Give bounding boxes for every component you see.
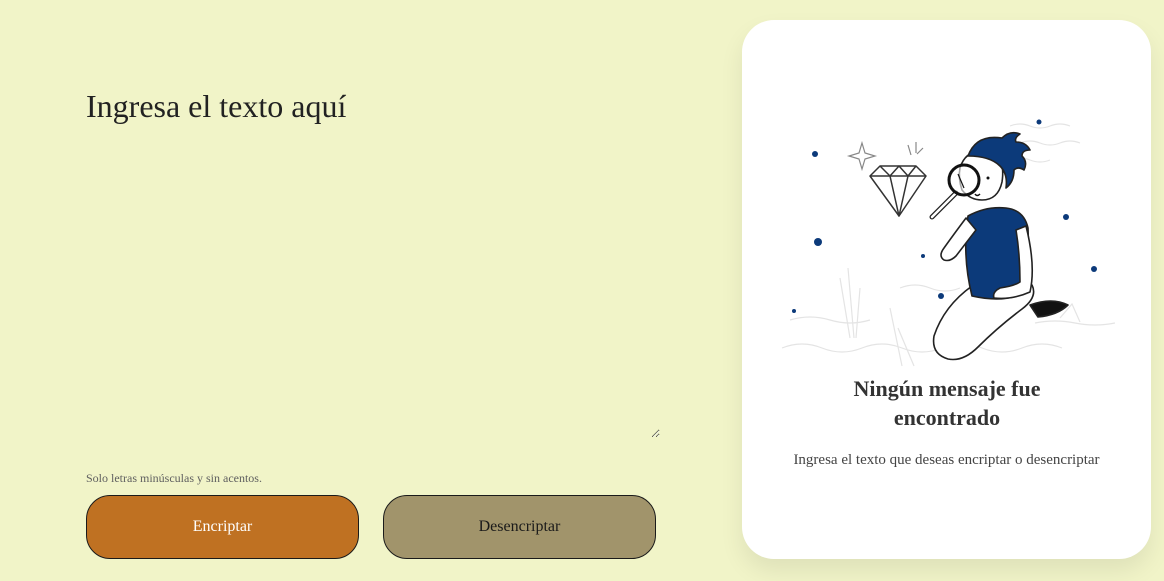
encrypt-button[interactable]: Encriptar [86,495,359,559]
result-panel: Ningún mensaje fue encontrado Ingresa el… [742,20,1151,559]
decrypt-button[interactable]: Desencriptar [383,495,656,559]
app-root: Solo letras minúsculas y sin acentos. En… [0,0,1164,581]
text-input[interactable] [86,78,660,438]
result-title: Ningún mensaje fue encontrado [853,376,1041,430]
input-hint: Solo letras minúsculas y sin acentos. [86,471,262,486]
person-magnifying-glass-illustration [781,119,1115,367]
hint-text: Solo letras minúsculas y sin acentos. [86,471,262,485]
result-subtitle: Ingresa el texto que deseas encriptar o … [793,452,1100,468]
